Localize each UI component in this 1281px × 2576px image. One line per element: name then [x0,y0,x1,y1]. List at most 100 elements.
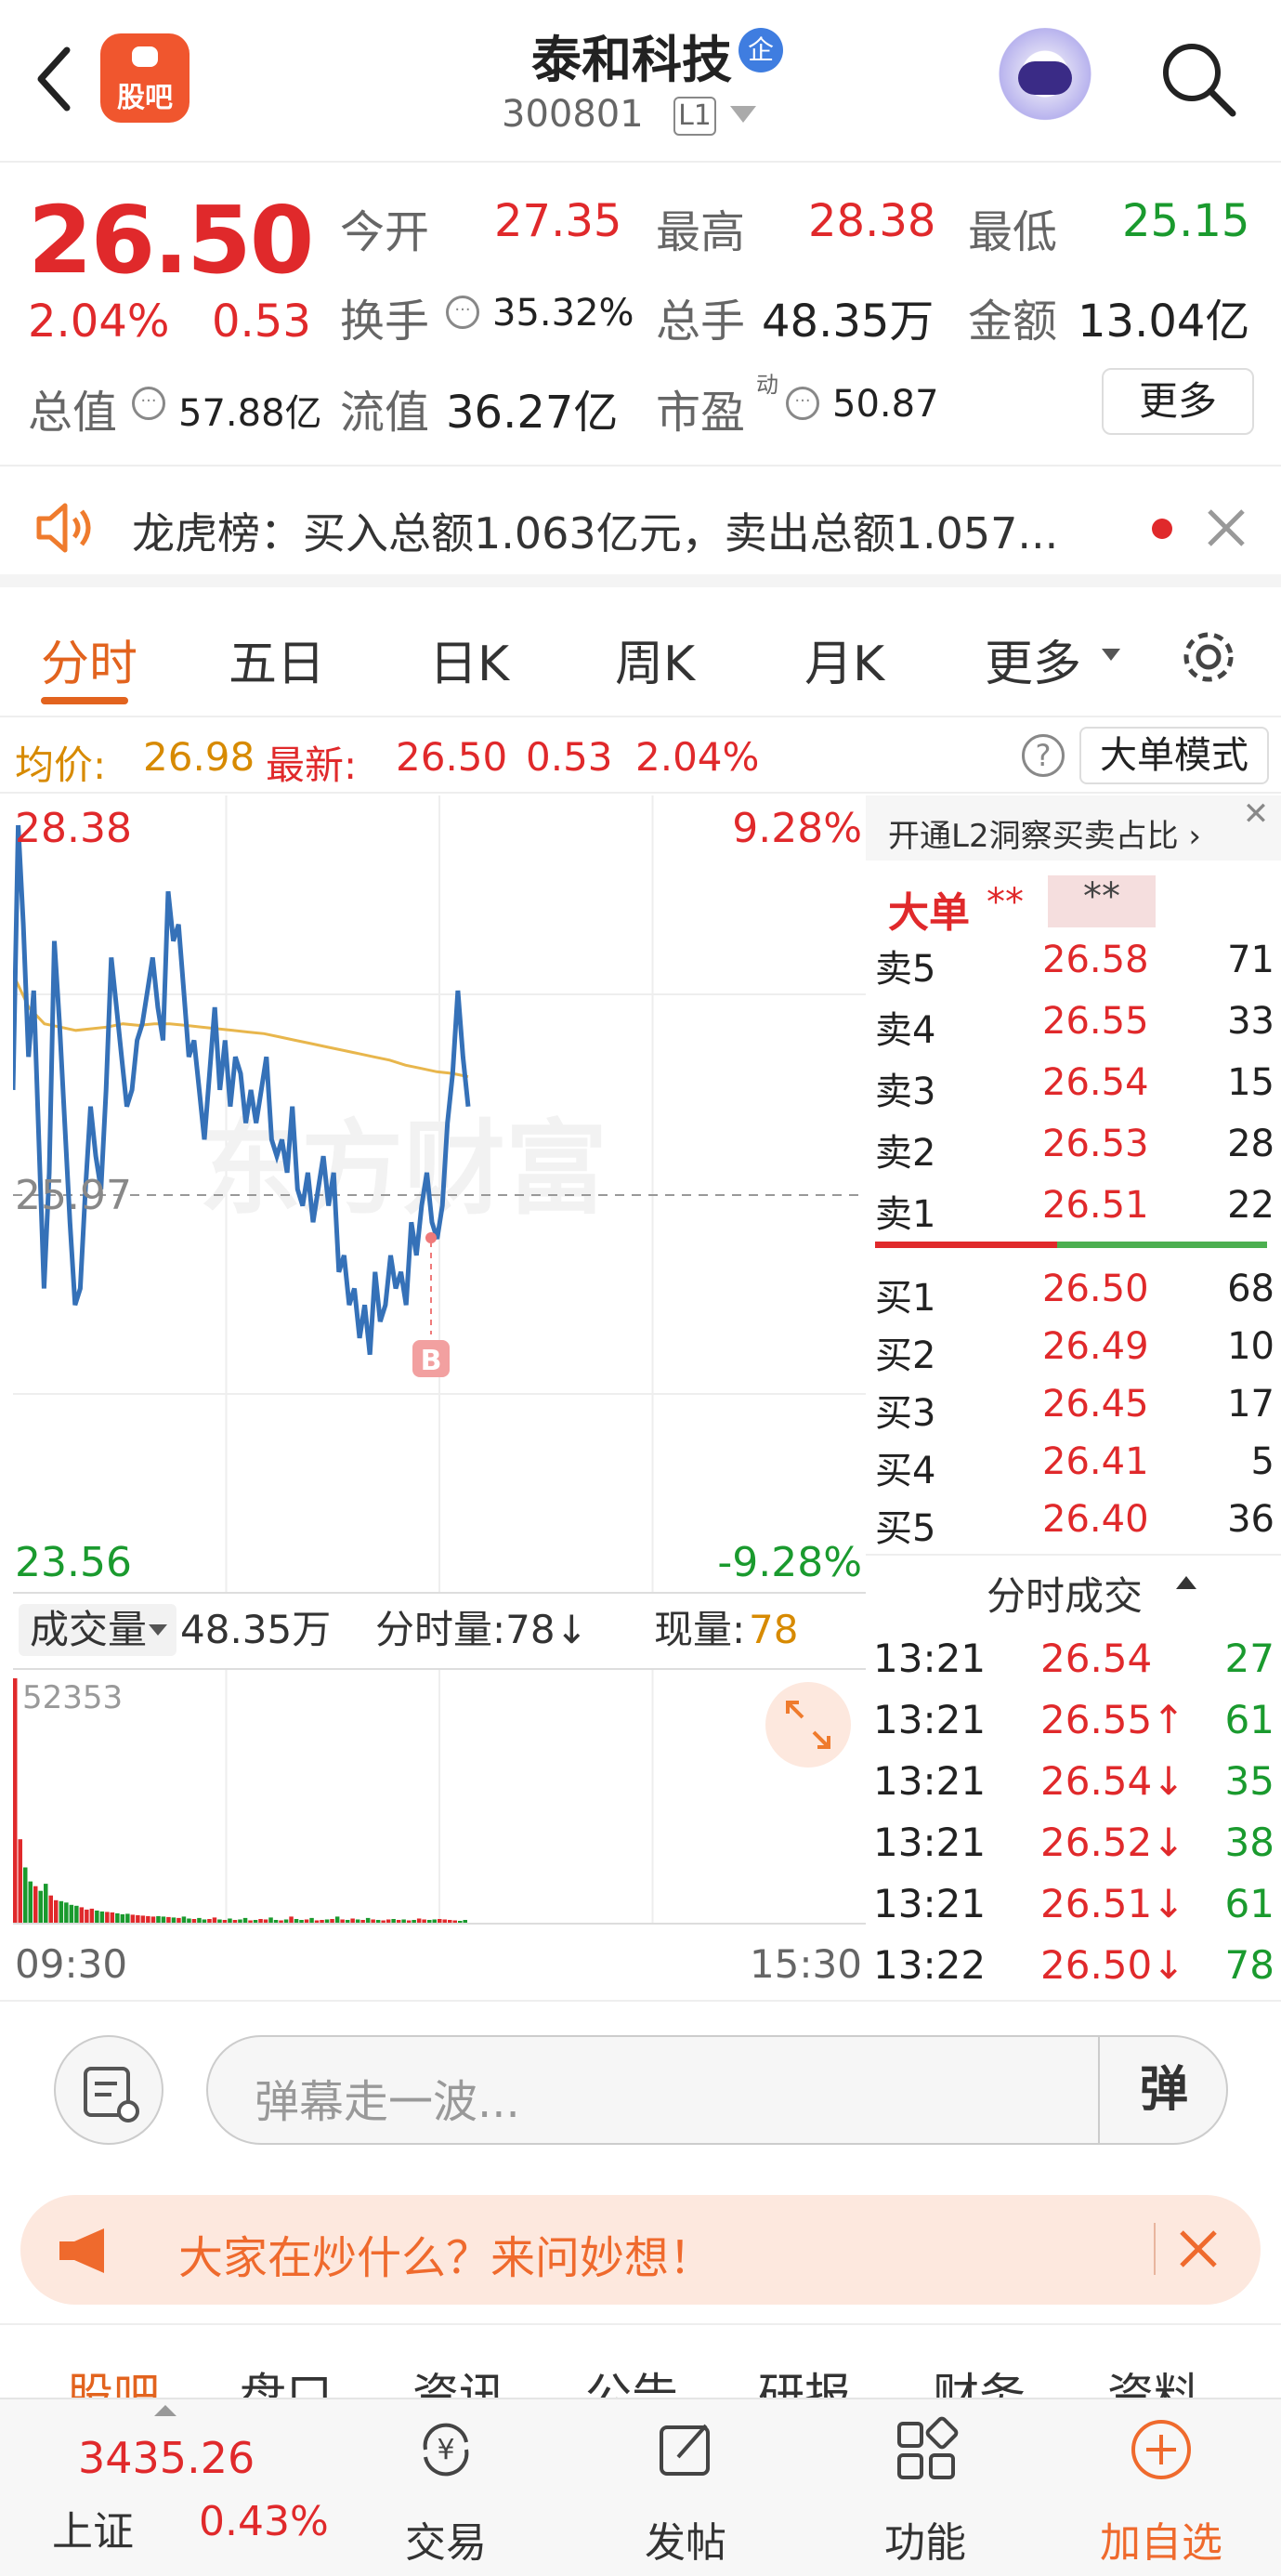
sell-volume: 33 [1227,1000,1274,1043]
sell-row: 卖2 26.53 28 [875,1115,1274,1175]
tick-row: 13:21 26.51↓ 61 [873,1873,1274,1935]
volume-bar [161,1916,166,1924]
buy-ratio-bar [1057,1242,1267,1248]
danmaku-send-button[interactable]: 弹 [1098,2035,1228,2145]
nav-post[interactable]: 发帖 [593,2416,778,2574]
nav-functions[interactable]: 功能 [832,2416,1018,2574]
more-button[interactable]: 更多 [1102,368,1254,435]
volume-bar [85,1909,89,1924]
stock-code: 300801 [502,93,644,136]
nav-post-label: 发帖 [645,2519,726,2567]
tab-weekly-k[interactable]: 周K [615,624,695,694]
tab-news[interactable]: 资讯 [412,2359,505,2398]
l2-promo[interactable]: 开通L2洞察买卖占比 › [866,795,1281,861]
tab-pankou[interactable]: 盘口 [240,2359,333,2398]
tick-price: 26.54↓ [1040,1758,1185,1804]
sell-price: 26.51 [1042,1184,1149,1227]
tick-label: 13:21 [873,1758,987,1804]
volume-bar [99,1911,105,1924]
info-icon[interactable]: ··· [132,387,165,420]
change-amount: 0.53 [212,296,311,348]
volume-bar [69,1904,74,1924]
danmaku-input[interactable]: 弹幕走一波... [206,2035,1228,2145]
turnover-label: 换手 [340,296,430,348]
nav-add-watchlist[interactable]: 加自选 [1068,2416,1254,2574]
open-value: 27.35 [494,195,622,247]
level-badge[interactable]: L1 [673,97,716,136]
volume-bar [28,1881,33,1924]
volume-bar [130,1914,136,1924]
buy-price: 26.40 [1042,1498,1149,1541]
tab-profile[interactable]: 资料 [1107,2359,1200,2398]
nav-trade-label: 交易 [405,2519,487,2567]
ask-ai-banner[interactable]: 大家在炒什么？来问妙想！ [20,2195,1261,2305]
sell-row: 卖3 26.54 15 [875,1054,1274,1113]
help-icon[interactable]: ? [1022,734,1065,777]
unread-dot [1152,519,1172,539]
mktcap-label: 总值 [28,387,118,439]
volume-bar [13,1678,18,1924]
change-pct: 2.04% [28,296,170,348]
guba-logo-button[interactable]: 股吧 [100,33,190,123]
tab-daily-k[interactable]: 日K [429,624,509,694]
avg-label: 均价: [15,743,107,788]
sell-label: 卖4 [875,1009,936,1052]
tab-guba[interactable]: 股吧 [67,2359,160,2398]
volume-label: 成交量 [30,1607,147,1652]
tick-volume: 35 [1224,1758,1274,1804]
index-name[interactable]: 上证 [52,2498,134,2557]
tab-more[interactable]: 更多 [985,624,1081,694]
chevron-down-icon[interactable] [730,106,756,123]
search-icon[interactable] [1157,37,1240,121]
tick-label: 13:22 [873,1942,987,1988]
back-arrow-icon[interactable] [28,37,84,121]
megaphone-icon [54,2223,119,2279]
index-value[interactable]: 3435.26 [78,2433,255,2483]
buy-volume: 68 [1227,1268,1274,1310]
low-label: 最低 [968,206,1058,258]
intraday-chart[interactable]: 东方财富 B 28.38 9.28% 25.97 23.56 -9.28% 成交… [10,795,866,1999]
nav-trade[interactable]: ¥ 交易 [353,2416,539,2574]
tab-intraday[interactable]: 分时 [41,624,137,694]
buy-price: 26.41 [1042,1440,1149,1483]
tab-monthly-k[interactable]: 月K [804,624,884,694]
amount-label: 金额 [968,296,1058,348]
volume-bar [74,1905,79,1924]
volume-bar [79,1907,85,1924]
order-book-panel: 开通L2洞察买卖占比 › ✕ 大单 ** ** 分时成交 卖5 26.58 71 卖4… [866,795,1281,1999]
volume-bar [181,1916,187,1924]
high-value: 28.38 [808,195,936,247]
volume-bar [33,1886,38,1924]
close-icon[interactable] [1178,2228,1219,2269]
dragon-tiger-banner[interactable]: 龙虎榜：买入总额1.063亿元，卖出总额1.057... [0,465,1281,587]
sell-label: 卖2 [875,1132,936,1175]
big-order-mode-button[interactable]: 大单模式 [1079,727,1269,784]
tab-five-day[interactable]: 五日 [229,624,325,694]
index-pct[interactable]: 0.43% [199,2498,329,2545]
buy-marker-label: B [421,1345,442,1377]
ticks-header[interactable]: 分时成交 [987,1565,1143,1622]
info-icon[interactable]: ··· [786,387,819,420]
danmaku-settings-icon[interactable] [54,2035,163,2145]
volume-bar [146,1915,150,1924]
tab-finance[interactable]: 财务 [933,2359,1026,2398]
mktcap-value: 57.88亿 [178,392,322,435]
price-max-label: 28.38 [15,805,132,852]
volume-bar [136,1914,140,1924]
expand-button[interactable] [765,1682,851,1768]
sell-volume: 15 [1227,1061,1274,1104]
close-icon[interactable]: ✕ [1237,795,1274,833]
buy-row: 买1 26.50 68 [875,1260,1274,1320]
tab-announcements[interactable]: 公告 [585,2359,678,2398]
tick-volume: 61 [1224,1697,1274,1742]
speaker-icon [33,500,98,556]
close-icon[interactable] [1206,507,1247,548]
robot-assistant-icon[interactable] [994,28,1096,130]
avg-value: 26.98 [143,734,255,780]
latest-label: 最新: [266,743,358,788]
sell-label: 卖1 [875,1193,936,1236]
tab-research[interactable]: 研报 [758,2359,851,2398]
info-icon[interactable]: ··· [446,296,479,329]
sell-price: 26.54 [1042,1061,1149,1104]
settings-gear-icon[interactable] [1176,624,1241,690]
